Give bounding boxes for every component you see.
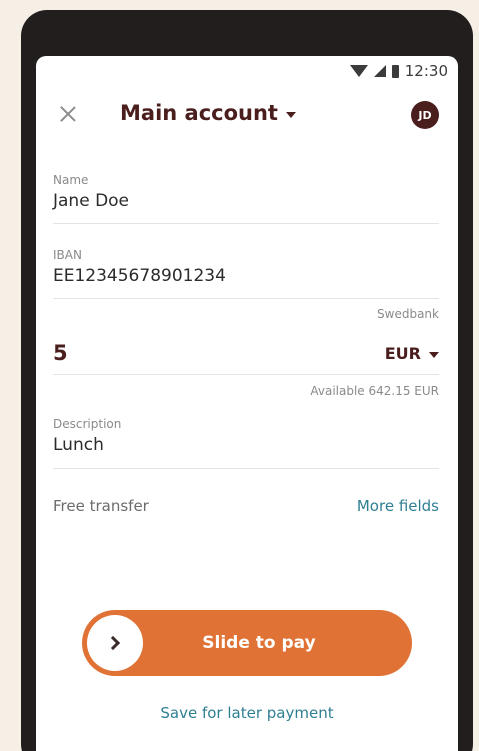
chevron-right-icon [105,635,121,651]
status-bar: 12:30 [349,62,448,80]
name-value[interactable]: Jane Doe [53,191,439,211]
currency-label: EUR [384,344,421,363]
iban-label: IBAN [53,248,82,262]
signal-icon [373,65,386,77]
wifi-icon [349,65,368,77]
bank-name: Swedbank [377,307,439,321]
description-field[interactable]: Description Lunch [53,417,439,455]
caret-down-icon [429,352,439,358]
name-field[interactable]: Name Jane Doe [53,173,439,211]
save-for-later-link[interactable]: Save for later payment [36,704,458,722]
status-time: 12:30 [404,62,448,80]
iban-field[interactable]: IBAN EE12345678901234 [53,248,439,286]
description-value[interactable]: Lunch [53,435,439,455]
avatar[interactable]: JD [411,101,439,129]
divider [53,468,439,469]
divider [53,223,439,224]
divider [53,374,439,375]
available-balance: Available 642.15 EUR [310,384,439,398]
close-icon[interactable] [58,104,78,124]
amount-input[interactable]: 5 [53,341,68,365]
description-label: Description [53,417,122,431]
more-fields-link[interactable]: More fields [357,497,439,515]
account-title: Main account [120,101,278,125]
header: Main account JD [36,96,458,136]
free-transfer-label: Free transfer [53,497,149,515]
caret-down-icon [285,111,296,118]
account-selector[interactable]: Main account [120,101,296,125]
app-screen: 12:30 Main account JD Name Jane Doe IBAN… [36,56,458,751]
divider [53,298,439,299]
battery-icon [391,64,399,78]
slide-handle[interactable] [87,615,143,671]
currency-selector[interactable]: EUR [385,344,439,363]
name-label: Name [53,173,89,187]
slide-to-pay-button[interactable]: Slide to pay [82,610,412,676]
iban-value[interactable]: EE12345678901234 [53,266,439,286]
